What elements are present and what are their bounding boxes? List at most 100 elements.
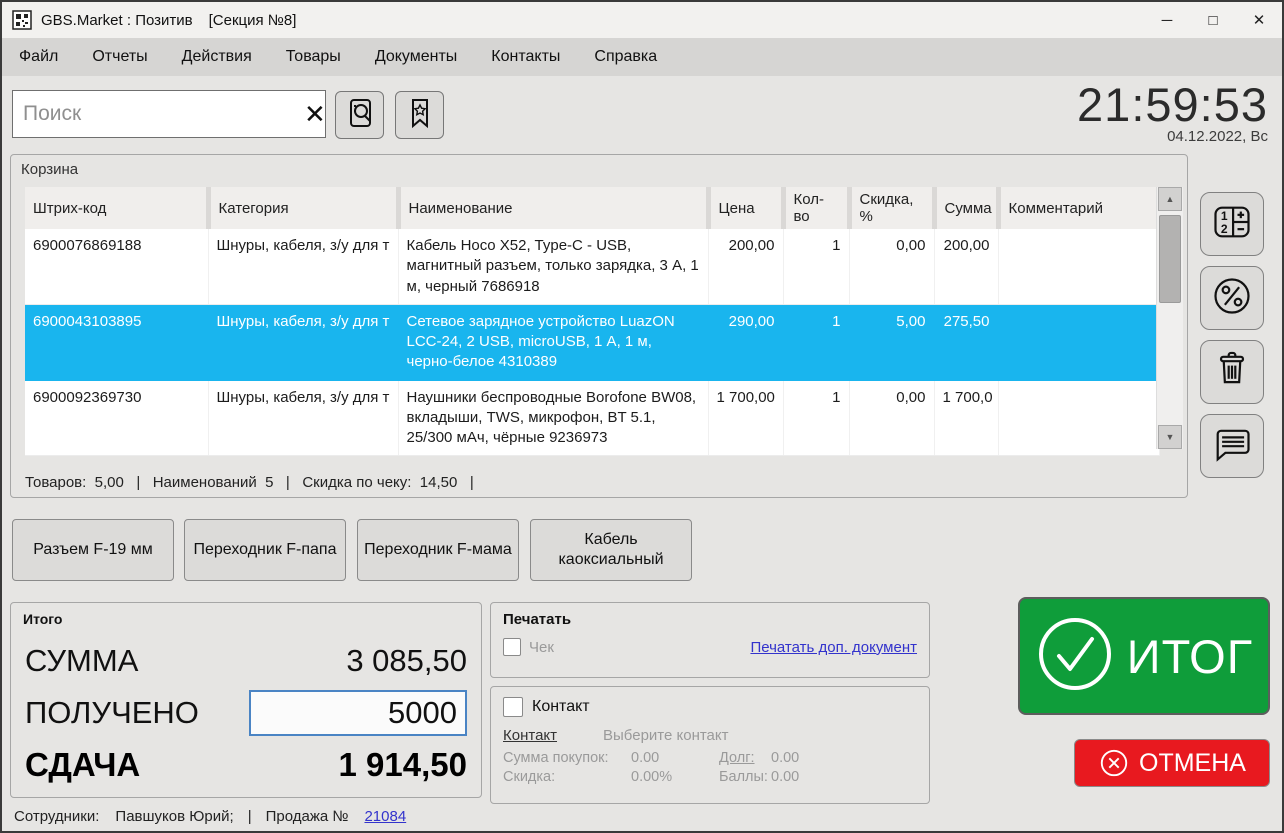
minimize-icon[interactable]: ─ [1144, 2, 1190, 38]
cancel-button[interactable]: ОТМЕНА [1074, 739, 1270, 787]
discount-value: 0.00% [631, 769, 719, 785]
title-bar: GBS.Market : Позитив [Секция №8] ─ □ ✕ [2, 2, 1282, 38]
bookmark-star-icon [403, 96, 437, 135]
menu-documents[interactable]: Документы [358, 38, 474, 76]
quick-button-cable[interactable]: Кабель каоксиальный [530, 519, 692, 581]
menu-contacts[interactable]: Контакты [474, 38, 577, 76]
status-bar: Сотрудники: Павшуков Юрий; | Продажа № 2… [2, 803, 1282, 829]
delete-item-button[interactable] [1200, 340, 1264, 404]
totals-group: Итого СУММА 3 085,50 ПОЛУЧЕНО СДАЧА 1 91… [10, 602, 482, 798]
menu-actions[interactable]: Действия [165, 38, 269, 76]
clock: 21:59:53 04.12.2022, Вс [1077, 80, 1268, 145]
cell-barcode: 6900043103895 [25, 304, 208, 380]
sale-number-link[interactable]: 21084 [364, 808, 406, 825]
window-title: GBS.Market : Позитив [41, 12, 193, 29]
contact-checkbox-label: Контакт [532, 698, 590, 716]
menu-bar: Файл Отчеты Действия Товары Документы Ко… [2, 38, 1282, 76]
menu-reports[interactable]: Отчеты [75, 38, 164, 76]
menu-help[interactable]: Справка [577, 38, 674, 76]
col-comment[interactable]: Комментарий [998, 187, 1159, 229]
scroll-down-icon[interactable]: ▼ [1158, 425, 1182, 449]
cell-category: Шнуры, кабеля, з/у для т [208, 380, 398, 456]
cell-qty: 1 [783, 380, 849, 456]
favorites-button[interactable] [395, 91, 444, 139]
quantity-button[interactable]: 1 2 [1200, 192, 1264, 256]
col-sum[interactable]: Сумма [934, 187, 998, 229]
change-label: СДАЧА [25, 746, 140, 784]
cell-comment [998, 229, 1159, 304]
window-section: [Секция №8] [209, 12, 297, 29]
receipt-checkbox[interactable] [503, 638, 521, 656]
menu-file[interactable]: Файл [2, 38, 75, 76]
contact-group: Контакт Контакт Выберите контакт Сумма п… [490, 686, 930, 804]
col-barcode[interactable]: Штрих-код [25, 187, 208, 229]
col-qty[interactable]: Кол-во [783, 187, 849, 229]
contact-checkbox[interactable] [503, 697, 523, 717]
col-price[interactable]: Цена [708, 187, 783, 229]
toolbar: ✕ 21:59:53 04.12. [2, 78, 1282, 154]
comment-icon [1210, 422, 1254, 471]
cart-group: Корзина Штрих-код Категория Наименование… [10, 154, 1188, 498]
cell-price: 200,00 [708, 229, 783, 304]
close-icon[interactable]: ✕ [1236, 2, 1282, 38]
cell-discount: 5,00 [849, 304, 934, 380]
cell-price: 290,00 [708, 304, 783, 380]
col-discount[interactable]: Скидка, % [849, 187, 934, 229]
menu-goods[interactable]: Товары [269, 38, 358, 76]
purchases-value: 0.00 [631, 750, 719, 766]
points-label: Баллы: [719, 769, 771, 785]
comment-button[interactable] [1200, 414, 1264, 478]
table-row-selected[interactable]: 6900043103895 Шнуры, кабеля, з/у для т С… [25, 304, 1159, 380]
sum-label: СУММА [25, 643, 138, 679]
total-button[interactable]: ИТОГ [1018, 597, 1270, 715]
quick-button-f19[interactable]: Разъем F-19 мм [12, 519, 174, 581]
discount-button[interactable] [1200, 266, 1264, 330]
col-category[interactable]: Категория [208, 187, 398, 229]
search-input[interactable] [13, 102, 304, 126]
trash-icon [1210, 348, 1254, 397]
col-name[interactable]: Наименование [398, 187, 708, 229]
cell-qty: 1 [783, 304, 849, 380]
cart-table: Штрих-код Категория Наименование Цена Ко… [25, 187, 1159, 456]
table-row[interactable]: 6900076869188 Шнуры, кабеля, з/у для т К… [25, 229, 1159, 304]
maximize-icon[interactable]: □ [1190, 2, 1236, 38]
scrollbar-thumb[interactable] [1159, 215, 1181, 303]
quick-button-f-mama[interactable]: Переходник F-мама [357, 519, 519, 581]
product-search-button[interactable] [335, 91, 384, 139]
change-value: 1 914,50 [339, 746, 467, 784]
svg-text:1: 1 [1221, 208, 1228, 222]
app-window: GBS.Market : Позитив [Секция №8] ─ □ ✕ Ф… [0, 0, 1284, 833]
discount-label: Скидка: [503, 769, 631, 785]
received-input[interactable] [249, 690, 467, 736]
table-header-row: Штрих-код Категория Наименование Цена Ко… [25, 187, 1159, 229]
check-circle-icon [1035, 614, 1115, 699]
contact-select-link[interactable]: Контакт [503, 727, 557, 744]
clock-time: 21:59:53 [1077, 80, 1268, 130]
vertical-scrollbar[interactable]: ▲ ▼ [1156, 187, 1183, 449]
quantity-icon: 1 2 [1210, 200, 1254, 249]
cell-category: Шнуры, кабеля, з/у для т [208, 229, 398, 304]
print-extra-doc-link[interactable]: Печатать доп. документ [750, 639, 917, 656]
cell-barcode: 6900092369730 [25, 380, 208, 456]
cell-sum: 200,00 [934, 229, 998, 304]
cell-name: Сетевое зарядное устройство LuazON LCC-2… [398, 304, 708, 380]
table-row[interactable]: 6900092369730 Шнуры, кабеля, з/у для т Н… [25, 380, 1159, 456]
svg-text:2: 2 [1221, 222, 1228, 236]
employees-value: Павшуков Юрий; [115, 808, 233, 825]
cell-barcode: 6900076869188 [25, 229, 208, 304]
cell-comment [998, 380, 1159, 456]
debt-value: 0.00 [771, 750, 929, 766]
clear-search-icon[interactable]: ✕ [304, 99, 326, 130]
search-box: ✕ [12, 90, 326, 138]
totals-label: Итого [23, 611, 481, 627]
cart-label: Корзина [21, 161, 1187, 178]
cancel-circle-icon [1098, 747, 1130, 779]
cell-comment [998, 304, 1159, 380]
cell-name: Наушники беспроводные Borofone BW08, вкл… [398, 380, 708, 456]
cell-sum: 1 700,0 [934, 380, 998, 456]
cell-discount: 0,00 [849, 380, 934, 456]
quick-button-f-papa[interactable]: Переходник F-папа [184, 519, 346, 581]
scroll-up-icon[interactable]: ▲ [1158, 187, 1182, 211]
debt-label[interactable]: Долг: [719, 750, 771, 766]
cell-sum: 275,50 [934, 304, 998, 380]
